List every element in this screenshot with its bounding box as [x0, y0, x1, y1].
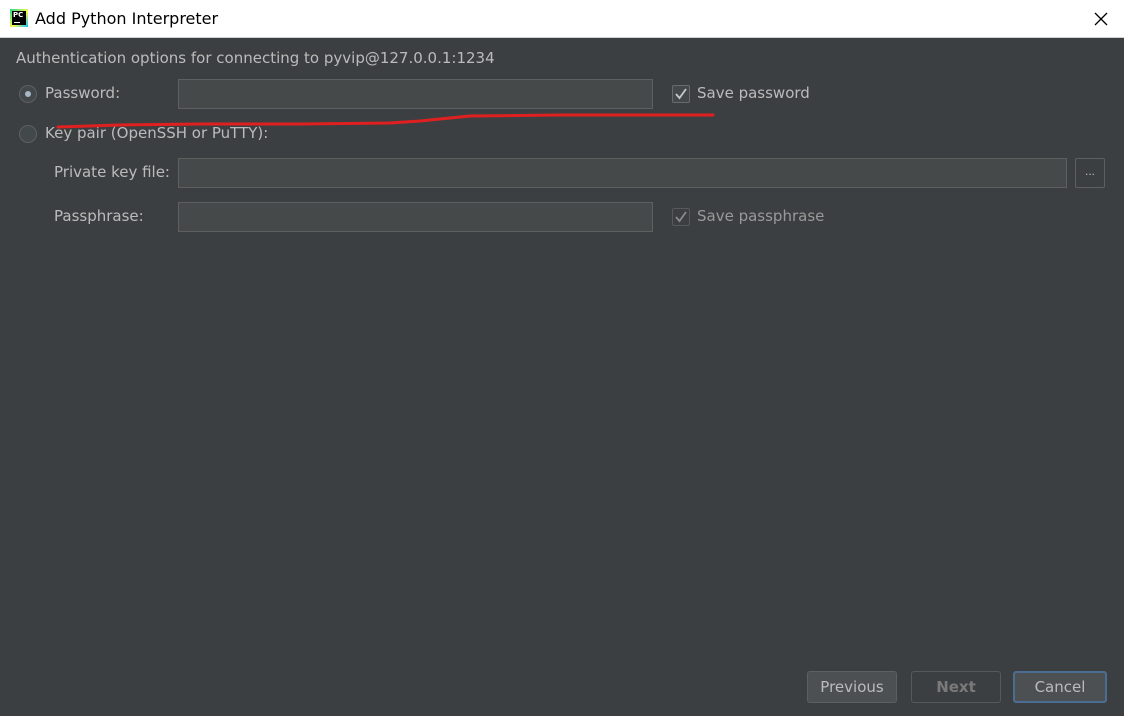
- browse-button[interactable]: ...: [1075, 158, 1105, 188]
- close-icon: [1094, 12, 1108, 26]
- passphrase-field[interactable]: [178, 202, 653, 232]
- window-title: Add Python Interpreter: [35, 9, 219, 28]
- next-button[interactable]: Next: [911, 671, 1001, 703]
- pycharm-icon: PC: [10, 9, 28, 27]
- private-key-field[interactable]: [178, 158, 1067, 188]
- title-bar: PC Add Python Interpreter: [0, 0, 1124, 38]
- previous-button[interactable]: Previous: [807, 671, 897, 703]
- passphrase-label: Passphrase:: [54, 207, 144, 225]
- cancel-button[interactable]: Cancel: [1013, 671, 1107, 703]
- close-button[interactable]: [1078, 0, 1124, 38]
- dialog-content: Authentication options for connecting to…: [0, 38, 1124, 716]
- checkmark-icon: [675, 211, 687, 223]
- save-passphrase-checkbox[interactable]: [672, 208, 690, 226]
- save-passphrase-label: Save passphrase: [697, 207, 825, 225]
- red-underline-annotation: [56, 113, 715, 129]
- private-key-label: Private key file:: [54, 163, 170, 181]
